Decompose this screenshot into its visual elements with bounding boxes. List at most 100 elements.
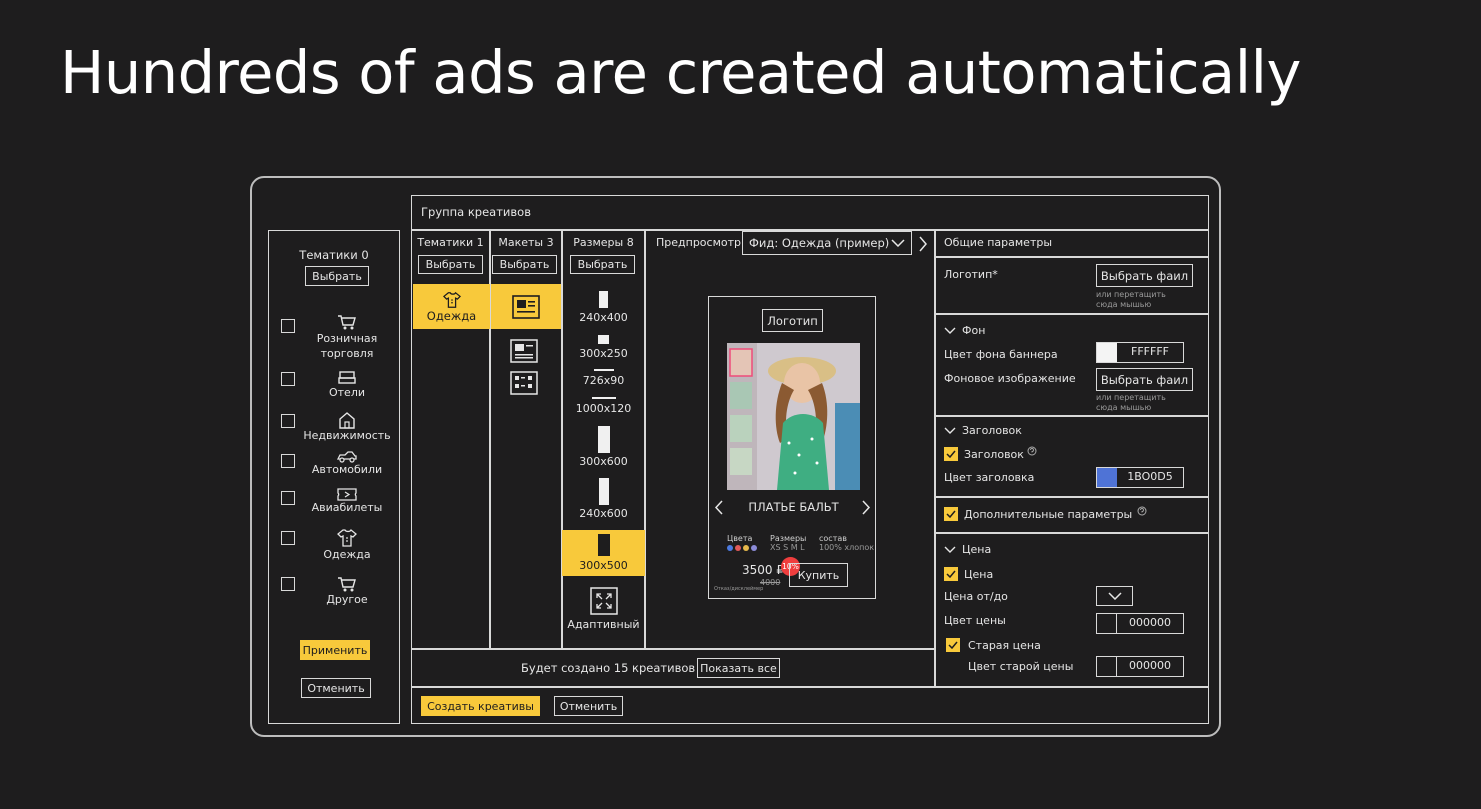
old-price-color-swatch	[1097, 657, 1117, 676]
checkbox-retail[interactable]	[281, 319, 295, 333]
size-preview-shape	[593, 369, 614, 371]
header-color-field[interactable]: 1BO0D5	[1096, 467, 1184, 488]
extra-params-label: Дополнительные параметры	[964, 507, 1133, 521]
size-label: 300x600	[579, 455, 628, 468]
sizes-select-button[interactable]: Выбрать	[570, 255, 635, 274]
buy-button[interactable]: Купить	[789, 563, 848, 587]
size-item-300x250[interactable]: 300x250	[562, 335, 645, 360]
sizes-info-label: Размеры	[770, 534, 807, 543]
sidebar-title: Тематики 0	[299, 248, 369, 262]
size-item-adaptive[interactable]: Адаптивный	[562, 587, 645, 631]
creatives-count-text: Будет создано 15 креативов	[521, 661, 696, 675]
chevron-down-icon	[944, 546, 956, 553]
sidebar-item-realty[interactable]: Недвижимость	[298, 411, 396, 442]
ticket-icon	[337, 488, 357, 501]
house-icon	[339, 412, 355, 429]
apply-button[interactable]: Применить	[300, 640, 370, 660]
size-item-1000x120[interactable]: 1000x120	[562, 397, 645, 415]
themes-column-title: Тематики 1	[417, 236, 484, 249]
size-label: 240x400	[579, 311, 628, 324]
price-color-field[interactable]: 000000	[1096, 613, 1184, 634]
header-color-value: 1BO0D5	[1127, 470, 1173, 483]
bg-color-label: Цвет фона баннера	[944, 348, 1058, 361]
sidebar-item-label: Другое	[326, 593, 368, 606]
checkbox-realty[interactable]	[281, 414, 295, 428]
size-label: 300x250	[579, 347, 628, 360]
old-price-checkbox-label: Старая цена	[968, 638, 1041, 652]
layout-item-3[interactable]	[510, 371, 538, 399]
next-product-icon[interactable]	[862, 500, 871, 515]
sidebar-item-cars[interactable]: Автомобили	[300, 451, 394, 476]
price-section-title: Цена	[962, 543, 992, 556]
sidebar-item-tickets[interactable]: Авиабилеты	[300, 488, 394, 514]
header-checkbox[interactable]: Заголовок	[944, 446, 1037, 461]
size-label: 240x600	[579, 507, 628, 520]
sidebar-item-label: Автомобили	[311, 463, 383, 476]
extra-params-checkbox[interactable]: Дополнительные параметры	[944, 506, 1147, 521]
sidebar-cancel-button[interactable]: Отменить	[301, 678, 371, 698]
sizes-info-value: XS S M L	[770, 543, 805, 552]
header-section-title: Заголовок	[962, 424, 1022, 437]
prev-product-icon[interactable]	[714, 500, 723, 515]
old-price-color-field[interactable]: 000000	[1096, 656, 1184, 677]
show-all-button[interactable]: Показать все	[697, 658, 780, 678]
price-checkbox[interactable]: Цена	[944, 567, 993, 581]
themes-select-button[interactable]: Выбрать	[418, 255, 483, 274]
checkbox-cars[interactable]	[281, 454, 295, 468]
theme-item-clothes[interactable]: Одежда	[413, 284, 490, 329]
feed-dropdown-value: Фид: Одежда (пример)	[749, 236, 890, 250]
bg-section-toggle[interactable]: Фон	[944, 324, 985, 337]
logo-choose-file-button[interactable]: Выбрать фаил	[1096, 264, 1193, 287]
layouts-column-title: Макеты 3	[498, 236, 554, 249]
header-color-label: Цвет заголовка	[944, 471, 1035, 484]
sidebar-item-other[interactable]: Другое	[300, 576, 394, 606]
product-image	[727, 343, 860, 490]
checkbox-checked	[944, 507, 958, 521]
old-price-checkbox[interactable]: Старая цена	[946, 638, 1041, 652]
size-preview-shape	[597, 426, 610, 453]
bg-color-value: FFFFFF	[1131, 345, 1169, 358]
size-preview-shape	[591, 397, 616, 399]
disclaimer-text: Отказ/дисклеймер	[714, 586, 764, 592]
size-item-300x600[interactable]: 300x600	[562, 426, 645, 468]
bg-color-field[interactable]: FFFFFF	[1096, 342, 1184, 363]
size-preview-shape	[598, 478, 609, 505]
size-item-240x600[interactable]: 240x600	[562, 478, 645, 520]
sidebar-select-button[interactable]: Выбрать	[305, 266, 369, 286]
layouts-select-button[interactable]: Выбрать	[492, 255, 557, 274]
price-section-toggle[interactable]: Цена	[944, 543, 991, 556]
size-item-300x500[interactable]: 300x500	[562, 530, 645, 576]
chevron-right-icon[interactable]	[918, 236, 928, 252]
layout-item-2[interactable]	[510, 339, 538, 367]
sidebar-item-hotels[interactable]: Отели	[300, 370, 394, 399]
bg-color-swatch	[1097, 343, 1117, 362]
help-icon[interactable]	[1137, 506, 1147, 516]
price-range-dropdown[interactable]	[1096, 586, 1133, 606]
sidebar-item-clothes[interactable]: Одежда	[300, 528, 394, 561]
header-section-toggle[interactable]: Заголовок	[944, 424, 1022, 437]
size-item-726x90[interactable]: 726x90	[562, 369, 645, 387]
sidebar-item-label: Недвижимость	[303, 429, 391, 442]
price-color-value: 000000	[1129, 616, 1171, 629]
sidebar-item-retail[interactable]: Розничная торговля	[300, 314, 394, 361]
help-icon[interactable]	[1027, 446, 1037, 456]
checkbox-clothes[interactable]	[281, 531, 295, 545]
checkbox-checked	[944, 447, 958, 461]
layout-item-1[interactable]	[491, 284, 561, 329]
create-creatives-button[interactable]: Создать креативы	[421, 696, 540, 716]
cancel-button[interactable]: Отменить	[554, 696, 623, 716]
size-label: 1000x120	[575, 402, 632, 415]
checkbox-tickets[interactable]	[281, 491, 295, 505]
theme-item-label: Одежда	[426, 308, 477, 323]
bed-icon	[338, 371, 356, 384]
checkbox-other[interactable]	[281, 577, 295, 591]
chevron-down-icon	[1107, 592, 1122, 600]
size-preview-shape	[598, 335, 609, 344]
feed-dropdown[interactable]: Фид: Одежда (пример)	[742, 231, 912, 255]
bg-choose-file-button[interactable]: Выбрать фаил	[1096, 368, 1193, 391]
sidebar-item-label: Авиабилеты	[311, 501, 383, 514]
layout-template-icon	[512, 294, 540, 319]
logo-label: Логотип*	[944, 268, 998, 281]
size-item-240x400[interactable]: 240x400	[562, 291, 645, 324]
checkbox-hotels[interactable]	[281, 372, 295, 386]
